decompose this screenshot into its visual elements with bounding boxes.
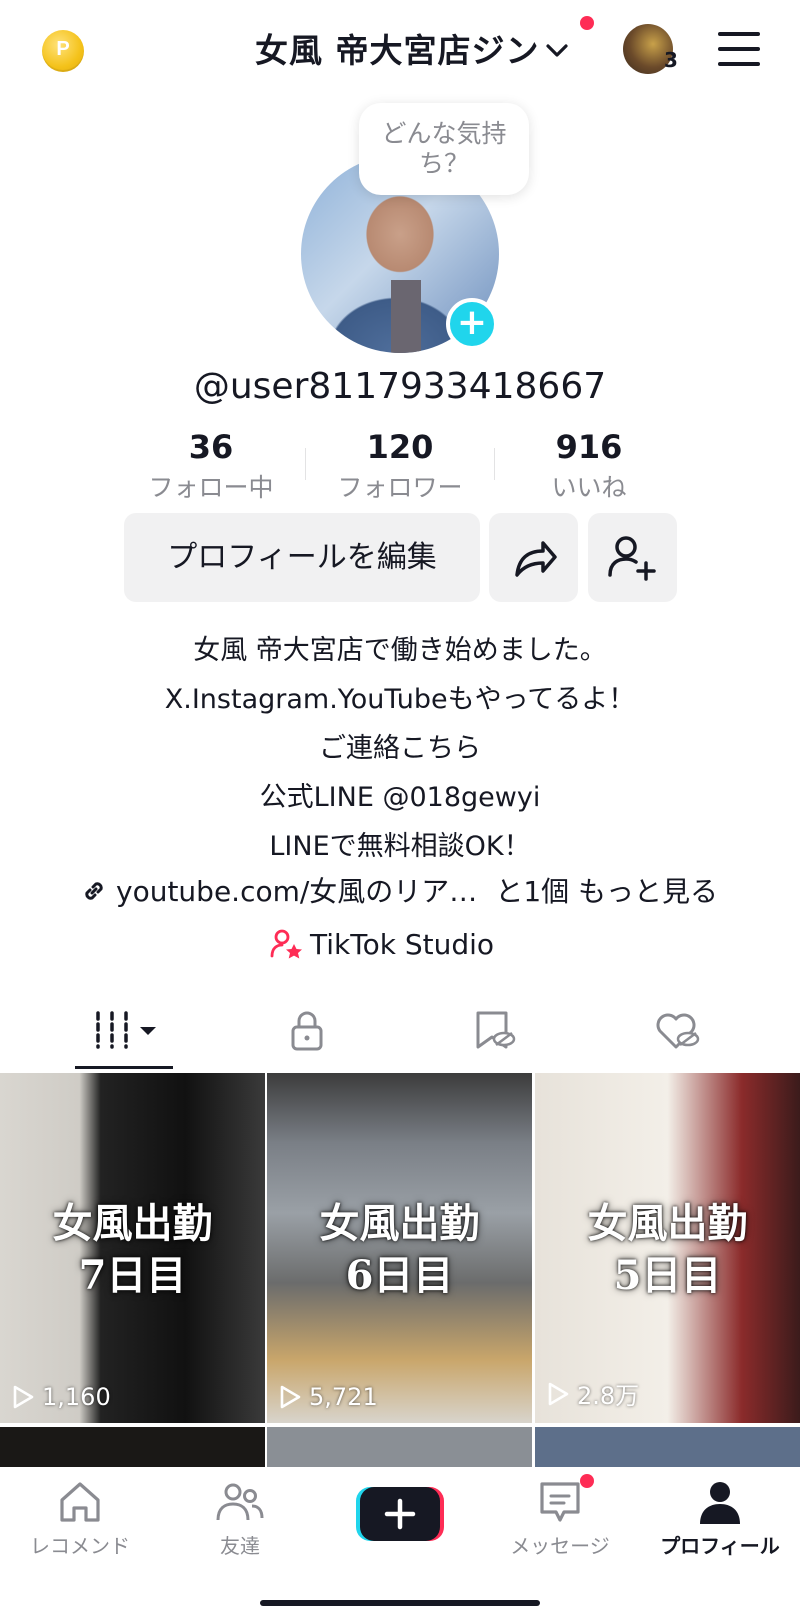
nav-home[interactable]: レコメンド: [0, 1478, 160, 1559]
video-thumbnail[interactable]: [535, 1427, 800, 1467]
link-more[interactable]: と1個 もっと見る: [495, 875, 718, 908]
video-thumbnail[interactable]: [0, 1427, 265, 1467]
add-user-icon: [608, 536, 656, 581]
followers-stat[interactable]: 120 フォロワー: [315, 428, 485, 504]
bio-link[interactable]: youtube.com/女風のリア… と1個 もっと見る: [80, 870, 718, 910]
video-thumbnail[interactable]: 女風出勤 5日目 2.8万: [535, 1073, 800, 1423]
play-icon: [13, 1385, 34, 1409]
video-thumbnail[interactable]: 女風出勤 6日目 5,721: [267, 1073, 532, 1423]
tiktok-studio-link[interactable]: TikTok Studio: [270, 928, 494, 961]
bio-line: ご連絡こちら: [319, 733, 481, 764]
nav-profile[interactable]: プロフィール: [640, 1478, 800, 1559]
plus-icon: [356, 1487, 444, 1541]
home-indicator: [260, 1600, 540, 1606]
likes-stat[interactable]: 916 いいね: [504, 428, 674, 504]
link-text: youtube.com/女風のリア…: [116, 875, 478, 908]
coin-icon[interactable]: P: [42, 30, 84, 72]
bio-line: 公式LINE @018gewyi: [259, 782, 541, 813]
bookmark-hidden-icon: [476, 1011, 516, 1049]
link-icon: [85, 882, 103, 900]
add-friends-button[interactable]: [588, 513, 677, 602]
heart-hidden-icon: [656, 1013, 700, 1049]
lock-icon: [291, 1011, 323, 1051]
creator-star-icon: [270, 929, 302, 959]
notification-dot: [580, 16, 594, 30]
bio-line: X.Instagram.YouTubeもやってるよ！: [164, 684, 636, 715]
following-stat[interactable]: 36 フォロー中: [126, 428, 296, 504]
friends-icon: [216, 1483, 264, 1521]
tab-saved[interactable]: [434, 1005, 554, 1053]
share-icon: [515, 541, 557, 577]
account-count-badge: 3: [664, 48, 678, 72]
tab-liked[interactable]: [616, 1005, 736, 1053]
video-thumbnail[interactable]: [267, 1427, 532, 1467]
profile-icon: [700, 1482, 740, 1524]
grid-icon: [96, 1011, 156, 1049]
message-icon: [540, 1482, 580, 1522]
chevron-down-icon: [545, 39, 568, 64]
username: @user8117933418667: [193, 366, 607, 407]
create-button[interactable]: [356, 1485, 444, 1543]
bio-line: 女風 帝大宮店で働き始めました。: [193, 635, 607, 666]
view-count: 1,160: [42, 1383, 111, 1411]
message-notification-dot: [580, 1474, 594, 1488]
divider: [494, 448, 495, 480]
tab-videos[interactable]: [64, 1005, 184, 1053]
nav-friends[interactable]: 友達: [160, 1478, 320, 1559]
home-icon: [60, 1482, 100, 1522]
view-count: 5,721: [309, 1383, 378, 1411]
account-switcher[interactable]: 女風 帝大宮店ジン: [255, 24, 568, 72]
nav-messages[interactable]: メッセージ: [480, 1478, 640, 1559]
view-count: 2.8万: [577, 1382, 640, 1410]
divider: [305, 448, 306, 480]
hamburger-icon[interactable]: [718, 32, 760, 66]
account-title: 女風 帝大宮店ジン: [255, 31, 540, 70]
share-profile-button[interactable]: [489, 513, 578, 602]
studio-label: TikTok Studio: [310, 928, 495, 961]
bio-line: LINEで無料相談OK！: [269, 831, 531, 862]
tab-private[interactable]: [247, 1005, 367, 1053]
edit-profile-button[interactable]: プロフィールを編集: [124, 513, 480, 602]
add-story-button[interactable]: +: [446, 298, 498, 350]
video-thumbnail[interactable]: 女風出勤 7日目 1,160: [0, 1073, 265, 1423]
active-tab-indicator: [75, 1066, 173, 1069]
play-icon: [548, 1382, 569, 1405]
play-icon: [280, 1385, 301, 1409]
mood-prompt: どんな気持ち？: [381, 119, 507, 178]
mood-bubble[interactable]: どんな気持ち？: [359, 103, 529, 195]
